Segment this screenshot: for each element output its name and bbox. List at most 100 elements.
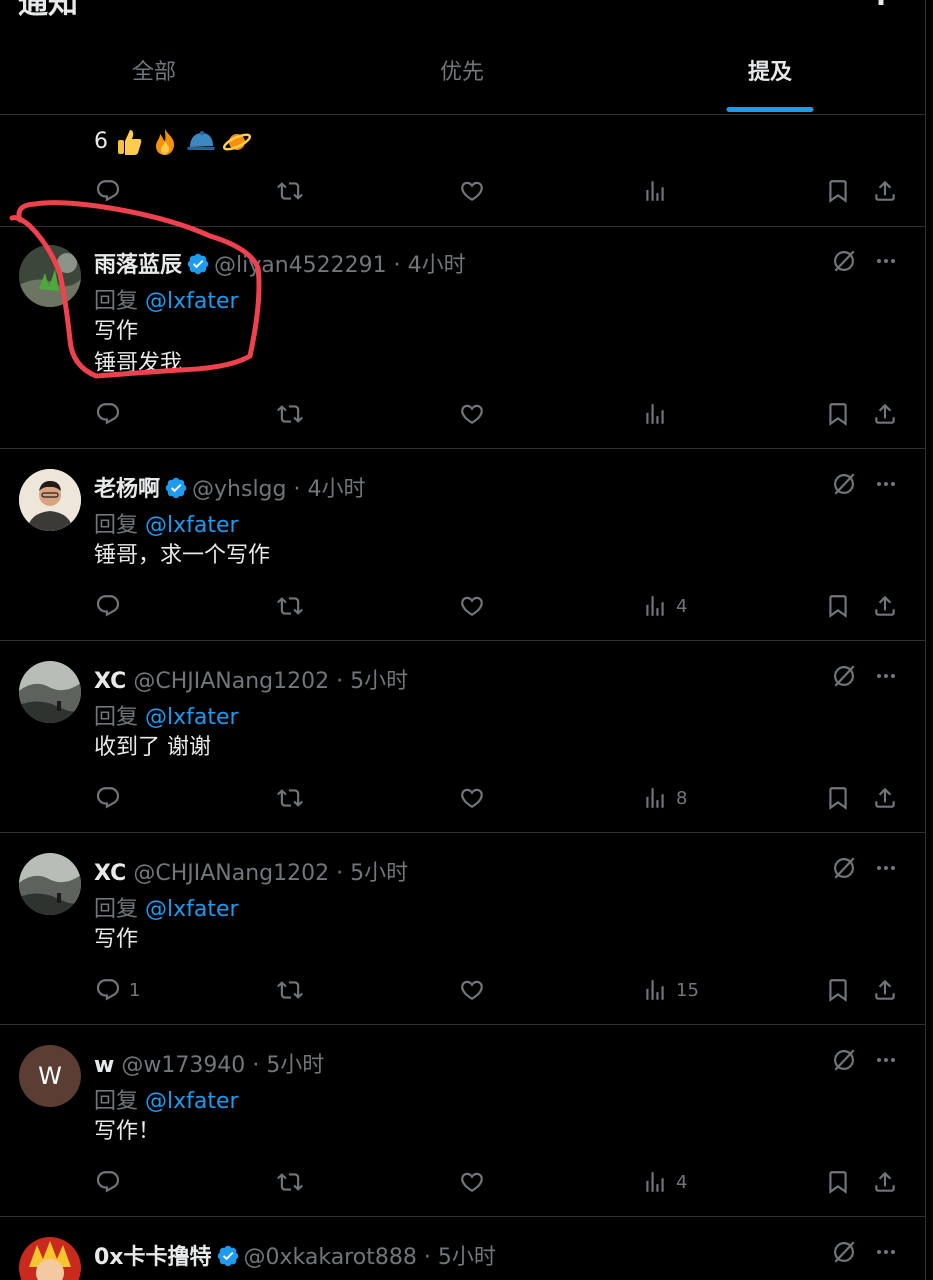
reply-button[interactable]: 1 bbox=[95, 977, 140, 1003]
tab-all[interactable]: 全部 bbox=[0, 26, 308, 114]
post-card[interactable]: XC @CHJIANang1202 · 5小时 回复 @lxfater 收到了 … bbox=[0, 641, 925, 832]
share-icon bbox=[872, 977, 898, 1003]
grok-icon[interactable] bbox=[831, 1047, 857, 1073]
repost-button[interactable] bbox=[277, 785, 303, 811]
separator-dot: · bbox=[393, 253, 401, 278]
like-button[interactable] bbox=[459, 593, 485, 619]
post-card[interactable]: 雨落蓝辰 @liyan4522291 · 4小时 回复 @lxfater 写作 锤哥… bbox=[0, 227, 925, 448]
like-button[interactable] bbox=[459, 178, 485, 204]
tab-all-label: 全部 bbox=[131, 60, 176, 85]
repost-button[interactable] bbox=[277, 1169, 303, 1195]
display-name[interactable]: w bbox=[94, 1053, 114, 1078]
share-button[interactable] bbox=[872, 401, 898, 427]
mention-link[interactable]: @lxfater bbox=[145, 513, 239, 538]
avatar[interactable] bbox=[19, 661, 81, 723]
timestamp[interactable]: 4小时 bbox=[307, 477, 365, 502]
views-button[interactable] bbox=[642, 178, 668, 204]
like-button[interactable] bbox=[459, 401, 485, 427]
handle[interactable]: @w173940 bbox=[121, 1053, 245, 1078]
bookmark-icon bbox=[825, 785, 851, 811]
avatar[interactable] bbox=[19, 853, 81, 915]
grok-icon[interactable] bbox=[831, 471, 857, 497]
post-header: 0x卡卡撸特 @0xkakarot888 · 5小时 bbox=[94, 1239, 496, 1271]
post-card[interactable]: 老杨啊 @yhslgg · 4小时 回复 @lxfater 锤哥，求一个写作 4 bbox=[0, 449, 925, 640]
tab-mentions[interactable]: 提及 bbox=[616, 26, 924, 114]
reply-button[interactable] bbox=[95, 785, 129, 811]
grok-icon[interactable] bbox=[831, 1239, 857, 1265]
like-button[interactable] bbox=[459, 785, 485, 811]
active-tab-indicator bbox=[726, 107, 814, 112]
mention-link[interactable]: @lxfater bbox=[145, 1089, 239, 1114]
handle[interactable]: @CHJIANang1202 bbox=[133, 669, 329, 694]
avatar[interactable]: W bbox=[19, 1045, 81, 1107]
reply-button[interactable] bbox=[95, 401, 129, 427]
partial-post[interactable]: 6 bbox=[0, 114, 925, 226]
reply-button[interactable] bbox=[95, 593, 129, 619]
more-options-icon[interactable] bbox=[874, 856, 898, 880]
mention-link[interactable]: @lxfater bbox=[145, 705, 239, 730]
views-button[interactable]: 15 bbox=[642, 977, 699, 1003]
bookmark-button[interactable] bbox=[825, 785, 851, 811]
views-button[interactable] bbox=[642, 401, 676, 427]
display-name[interactable]: 0x卡卡撸特 bbox=[94, 1245, 212, 1270]
more-options-icon[interactable] bbox=[874, 1048, 898, 1072]
display-name[interactable]: XC bbox=[94, 669, 126, 694]
reply-context: 回复 @lxfater bbox=[94, 283, 239, 315]
display-name[interactable]: 老杨啊 bbox=[94, 477, 160, 502]
more-options-icon[interactable] bbox=[874, 664, 898, 688]
like-button[interactable] bbox=[459, 1169, 485, 1195]
share-button[interactable] bbox=[872, 785, 898, 811]
timestamp[interactable]: 4小时 bbox=[408, 253, 466, 278]
bookmark-button[interactable] bbox=[825, 401, 851, 427]
handle[interactable]: @yhslgg bbox=[192, 477, 286, 502]
mention-link[interactable]: @lxfater bbox=[145, 289, 239, 314]
grok-icon[interactable] bbox=[831, 855, 857, 881]
handle[interactable]: @0xkakarot888 bbox=[244, 1245, 417, 1270]
display-name[interactable]: 雨落蓝辰 bbox=[94, 253, 182, 278]
repost-button[interactable] bbox=[277, 593, 303, 619]
avatar[interactable] bbox=[19, 469, 81, 531]
views-button[interactable]: 4 bbox=[642, 1169, 687, 1195]
more-options-icon[interactable] bbox=[874, 472, 898, 496]
like-button[interactable] bbox=[459, 977, 485, 1003]
repost-button[interactable] bbox=[277, 401, 303, 427]
display-name[interactable]: XC bbox=[94, 861, 126, 886]
post-card[interactable]: XC @CHJIANang1202 · 5小时 回复 @lxfater 写作 1… bbox=[0, 833, 925, 1024]
blue-cap-emoji-icon bbox=[187, 131, 215, 150]
share-button[interactable] bbox=[872, 977, 898, 1003]
post-header: XC @CHJIANang1202 · 5小时 bbox=[94, 663, 408, 695]
grok-icon[interactable] bbox=[831, 248, 857, 274]
more-menu-icon[interactable]: ⋮ bbox=[867, 0, 895, 11]
grok-icon[interactable] bbox=[831, 663, 857, 689]
post-card[interactable]: 0x卡卡撸特 @0xkakarot888 · 5小时 bbox=[0, 1217, 925, 1280]
timestamp[interactable]: 5小时 bbox=[350, 669, 408, 694]
handle[interactable]: @CHJIANang1202 bbox=[133, 861, 329, 886]
timestamp[interactable]: 5小时 bbox=[266, 1053, 324, 1078]
share-button[interactable] bbox=[872, 178, 898, 204]
repost-button[interactable] bbox=[277, 977, 303, 1003]
views-button[interactable]: 8 bbox=[642, 785, 687, 811]
handle[interactable]: @liyan4522291 bbox=[214, 253, 387, 278]
more-options-icon[interactable] bbox=[874, 249, 898, 273]
bookmark-button[interactable] bbox=[825, 178, 851, 204]
timestamp[interactable]: 5小时 bbox=[438, 1245, 496, 1270]
reply-button[interactable] bbox=[95, 178, 121, 204]
more-options-icon[interactable] bbox=[874, 1240, 898, 1264]
share-icon bbox=[872, 593, 898, 619]
post-card[interactable]: W w @w173940 · 5小时 回复 @lxfater 写作！ 4 bbox=[0, 1025, 925, 1216]
avatar[interactable] bbox=[19, 245, 81, 307]
reply-button[interactable] bbox=[95, 1169, 129, 1195]
tab-priority[interactable]: 优先 bbox=[308, 26, 616, 114]
bar-chart-icon bbox=[642, 178, 668, 204]
avatar[interactable] bbox=[19, 1237, 81, 1280]
share-button[interactable] bbox=[872, 1169, 898, 1195]
timestamp[interactable]: 5小时 bbox=[350, 861, 408, 886]
repost-button[interactable] bbox=[277, 178, 303, 204]
share-button[interactable] bbox=[872, 593, 898, 619]
bookmark-button[interactable] bbox=[825, 593, 851, 619]
bookmark-button[interactable] bbox=[825, 1169, 851, 1195]
verified-badge-icon bbox=[216, 1244, 240, 1268]
bookmark-button[interactable] bbox=[825, 977, 851, 1003]
views-button[interactable]: 4 bbox=[642, 593, 687, 619]
mention-link[interactable]: @lxfater bbox=[145, 897, 239, 922]
